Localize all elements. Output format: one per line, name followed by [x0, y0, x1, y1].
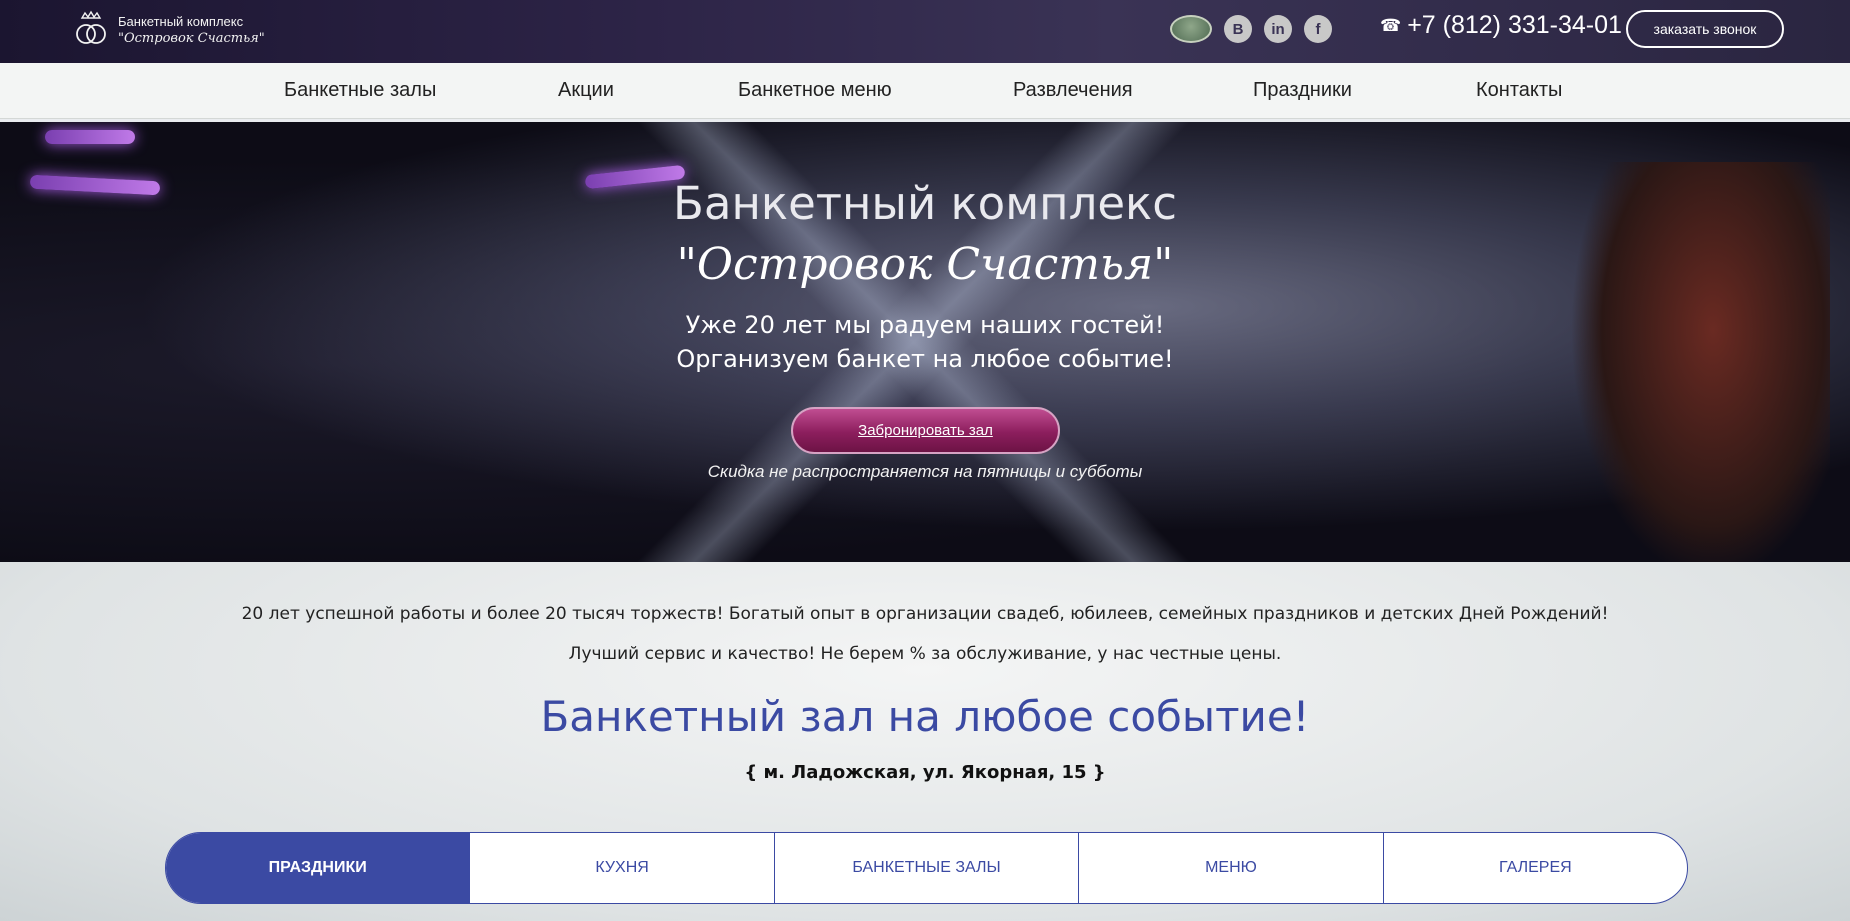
tab-menu[interactable]: МЕНЮ: [1079, 833, 1384, 903]
phone-icon: ☎: [1380, 16, 1402, 35]
tab-holidays[interactable]: ПРАЗДНИКИ: [166, 833, 471, 903]
nav-item-banquet-halls[interactable]: Банкетные залы: [284, 79, 436, 102]
section-title: Банкетный зал на любое событие!: [540, 692, 1310, 741]
nav-item-entertainment[interactable]: Развлечения: [1013, 79, 1133, 102]
hero-subtitle-line: Уже 20 лет мы радуем наших гостей!: [685, 311, 1165, 339]
logo-title: Банкетный комплекс: [118, 14, 244, 29]
intro-text: Лучший сервис и качество! Не берем % за …: [568, 644, 1282, 664]
hero-subtitle-line: Организуем банкет на любое событие!: [676, 345, 1174, 373]
tab-banquet-halls[interactable]: БАНКЕТНЫЕ ЗАЛЫ: [775, 833, 1080, 903]
address: { м. Ладожская, ул. Якорная, 15 }: [744, 762, 1106, 783]
nav-item-banquet-menu[interactable]: Банкетное меню: [738, 79, 892, 102]
discount-note: Скидка не распространяется на пятницы и …: [707, 462, 1143, 481]
vk-icon[interactable]: B: [1224, 15, 1252, 43]
content-tabs: ПРАЗДНИКИ КУХНЯ БАНКЕТНЫЕ ЗАЛЫ МЕНЮ ГАЛЕ…: [165, 832, 1688, 904]
hero-subtitle: Уже 20 лет мы радуем наших гостей! Орган…: [0, 308, 1850, 376]
nav-item-contacts[interactable]: Контакты: [1476, 79, 1562, 102]
logo-crown-icon: [76, 10, 106, 44]
callback-button[interactable]: заказать звонок: [1626, 10, 1784, 48]
main-nav: Банкетные залы Акции Банкетное меню Разв…: [0, 63, 1850, 119]
main-content: 20 лет успешной работы и более 20 тысяч …: [0, 562, 1850, 921]
hero-banner: Банкетный комплекс "Островок Счастья" Уж…: [0, 122, 1850, 562]
logo[interactable]: Банкетный комплекс "Островок Счастья": [70, 10, 270, 52]
nav-item-promotions[interactable]: Акции: [558, 79, 614, 102]
phone-number[interactable]: ☎ +7 (812) 331-34-01: [1380, 11, 1622, 40]
hero-script-title: "Островок Счастья": [676, 239, 1174, 290]
linkedin-icon[interactable]: in: [1264, 15, 1292, 43]
tab-cuisine[interactable]: КУХНЯ: [470, 833, 775, 903]
hero-title: Банкетный комплекс: [673, 177, 1177, 230]
top-bar: Банкетный комплекс "Островок Счастья" B …: [0, 0, 1850, 63]
award-badge-icon[interactable]: [1170, 15, 1212, 43]
social-links: B in f: [1170, 15, 1332, 43]
intro-text: 20 лет успешной работы и более 20 тысяч …: [241, 604, 1609, 624]
tab-gallery[interactable]: ГАЛЕРЕЯ: [1384, 833, 1687, 903]
book-hall-button[interactable]: Забронировать зал: [791, 407, 1060, 454]
logo-script-title: "Островок Счастья": [118, 31, 265, 46]
facebook-icon[interactable]: f: [1304, 15, 1332, 43]
phone-text: +7 (812) 331-34-01: [1407, 11, 1622, 39]
hero-light-streak: [45, 130, 135, 144]
nav-item-holidays[interactable]: Праздники: [1253, 79, 1352, 102]
